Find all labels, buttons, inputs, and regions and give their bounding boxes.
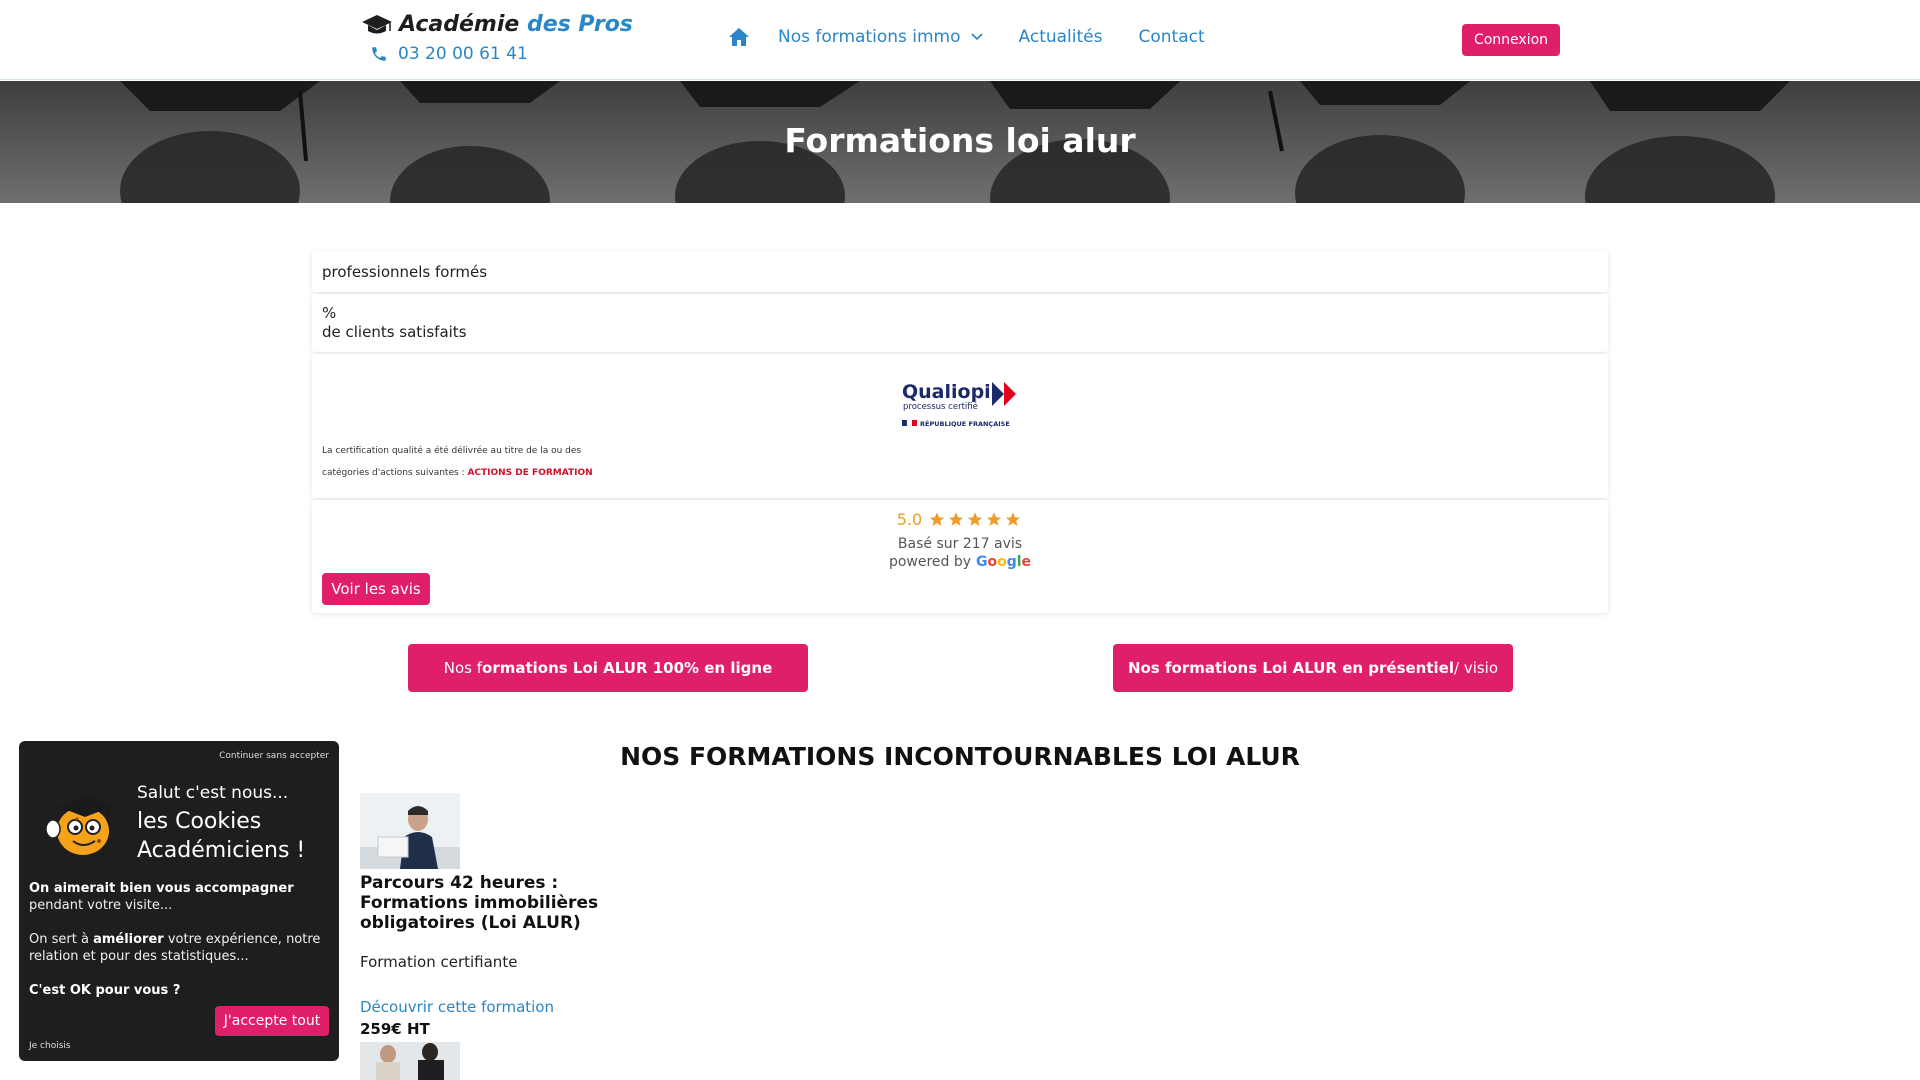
stat-satisfied-label: de clients satisfaits	[322, 323, 467, 341]
home-icon[interactable]	[728, 27, 750, 47]
cta-presential-bold: Nos formations Loi ALUR en présentiel	[1127, 659, 1454, 677]
reviews-card: 5.0 Basé sur 217 avis powered by Google …	[312, 500, 1608, 613]
cookie-consent-dialog: Continuer sans accepter Salut c'est nous…	[19, 741, 339, 1061]
star-icon	[968, 512, 983, 526]
phone-text: 03 20 00 61 41	[398, 44, 528, 64]
nav-item-formations[interactable]: Nos formations immo	[778, 27, 983, 47]
graduation-cap-icon	[362, 14, 392, 33]
online-formations-button[interactable]: Nos f ormations Loi ALUR 100% en ligne	[408, 644, 808, 692]
cookie-p2-prefix: On sert à	[29, 932, 94, 947]
certification-card: Qualiopi processus certifié RÉPUBLIQUE F…	[312, 354, 1608, 498]
choose-cookies-link[interactable]: Je choisis	[29, 1041, 71, 1051]
cookie-paragraph-2: On sert à améliorer votre expérience, no…	[29, 931, 329, 965]
cookie-p1-bold: On aimerait bien vous accompagner	[29, 881, 294, 896]
page-title: Formations loi alur	[784, 121, 1136, 160]
nav-item-actualites[interactable]: Actualités	[1019, 27, 1103, 47]
google-letter: o	[987, 554, 998, 570]
phone-number[interactable]: 03 20 00 61 41	[370, 44, 528, 64]
cookie-heading-line2: Académiciens !	[137, 838, 306, 863]
star-icon	[930, 512, 945, 526]
nav-item-formations-label: Nos formations immo	[778, 27, 961, 47]
formation-thumbnail[interactable]	[360, 1042, 460, 1080]
formation-title[interactable]: Parcours 42 heures : Formations immobili…	[360, 873, 670, 933]
stat-percent-symbol: %	[322, 304, 337, 322]
see-reviews-button[interactable]: Voir les avis	[322, 573, 430, 605]
cta-online-prefix: Nos f	[443, 659, 483, 677]
accept-all-cookies-button[interactable]: J'accepte tout	[215, 1006, 329, 1036]
continue-without-accepting-link[interactable]: Continuer sans accepter	[219, 751, 329, 761]
cookie-p1-rest: pendant votre visite...	[29, 898, 173, 913]
login-button[interactable]: Connexion	[1462, 24, 1560, 56]
chevron-down-icon	[970, 33, 983, 41]
star-icon	[987, 512, 1002, 526]
certification-line2: catégories d'actions suivantes : ACTIONS…	[322, 468, 593, 478]
powered-by-google: powered by Google	[312, 554, 1608, 570]
cookie-mascot-icon	[45, 795, 111, 855]
star-icon	[1006, 512, 1021, 526]
formation-subtitle: Formation certifiante	[360, 953, 518, 971]
stat-card-trained: professionnels formés	[312, 251, 1608, 292]
cookie-question: C'est OK pour vous ?	[29, 982, 329, 999]
main-nav: Nos formations immo Actualités Contact	[728, 27, 1241, 47]
rating-value: 5.0	[896, 510, 923, 529]
logo-text-part2: des Pros	[526, 12, 633, 37]
google-letter: e	[1021, 554, 1032, 570]
cookie-p2-bold: améliorer	[93, 932, 164, 947]
cookie-question-text: C'est OK pour vous ?	[29, 983, 181, 998]
google-letter: G	[975, 554, 988, 570]
formation-price: 259€ HT	[360, 1020, 430, 1038]
cta-presential-suffix: / visio	[1454, 659, 1499, 677]
stat-card-satisfied: % de clients satisfaits	[312, 294, 1608, 352]
cookie-heading: les Cookies Académiciens !	[137, 807, 305, 865]
certification-category: ACTIONS DE FORMATION	[467, 468, 593, 478]
presential-formations-button[interactable]: Nos formations Loi ALUR en présentiel / …	[1113, 644, 1513, 692]
hero-banner: Formations loi alur	[0, 81, 1920, 203]
certification-line2-prefix: catégories d'actions suivantes :	[322, 468, 468, 478]
discover-formation-link[interactable]: Découvrir cette formation	[360, 998, 554, 1016]
site-logo[interactable]: Académie des Pros	[361, 12, 633, 37]
cta-online-bold: ormations Loi ALUR 100% en ligne	[482, 659, 773, 677]
reviews-count: Basé sur 217 avis	[897, 536, 1023, 552]
qualiopi-country-text: RÉPUBLIQUE FRANÇAISE	[920, 419, 1010, 428]
logo-text-part1: Académie	[399, 12, 520, 37]
google-letter: o	[997, 554, 1007, 570]
cookie-heading-line1: les Cookies	[137, 809, 262, 834]
certification-line1: La certification qualité a été délivrée …	[322, 446, 582, 456]
powered-by-text: powered by	[888, 554, 972, 570]
nav-item-contact[interactable]: Contact	[1138, 27, 1204, 47]
svg-text:processus certifié: processus certifié	[903, 401, 978, 412]
formation-thumbnail[interactable]	[360, 793, 460, 869]
phone-icon	[372, 47, 386, 61]
stat-trained-label: professionnels formés	[322, 263, 488, 281]
site-header: Académie des Pros 03 20 00 61 41 Nos for…	[0, 0, 1920, 80]
cookie-paragraph-1: On aimerait bien vous accompagner pendan…	[29, 880, 329, 914]
svg-text:Qualiopi: Qualiopi	[902, 381, 991, 403]
star-icon	[949, 512, 964, 526]
google-letter: g	[1006, 554, 1017, 570]
cookie-hello: Salut c'est nous...	[137, 783, 289, 803]
rating-row: 5.0	[312, 510, 1608, 529]
qualiopi-logo: Qualiopi processus certifié RÉPUBLIQUE F…	[902, 381, 1016, 428]
